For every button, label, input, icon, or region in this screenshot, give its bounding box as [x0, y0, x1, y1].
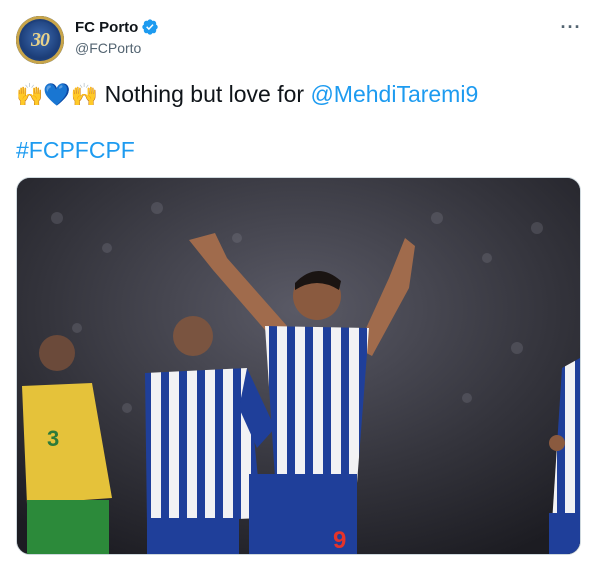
mention-link[interactable]: @MehdiTaremi9	[310, 81, 478, 107]
raising-hands-icon: 🙌	[70, 83, 99, 108]
tweet-photo[interactable]: 3 9	[16, 177, 581, 555]
blue-heart-icon: 💙	[43, 83, 71, 108]
avatar[interactable]: 30	[16, 16, 64, 64]
account-handle[interactable]: @FCPorto	[75, 40, 141, 56]
verified-badge-icon	[141, 18, 159, 36]
tweet-text: 🙌💙🙌 Nothing but love for @MehdiTaremi9	[16, 78, 478, 112]
more-options-icon[interactable]: ···	[558, 14, 584, 40]
raising-hands-icon: 🙌	[16, 83, 44, 108]
hashtag-link[interactable]: #FCPFCPF	[16, 137, 135, 163]
svg-text:9: 9	[333, 527, 346, 554]
svg-text:3: 3	[47, 426, 59, 451]
display-name[interactable]: FC Porto	[75, 19, 138, 36]
tweet-body: Nothing but love for	[104, 81, 311, 107]
hashtag-line: #FCPFCPF	[16, 134, 135, 166]
account-name-row: FC Porto	[75, 18, 159, 36]
avatar-badge: 30	[31, 28, 50, 51]
